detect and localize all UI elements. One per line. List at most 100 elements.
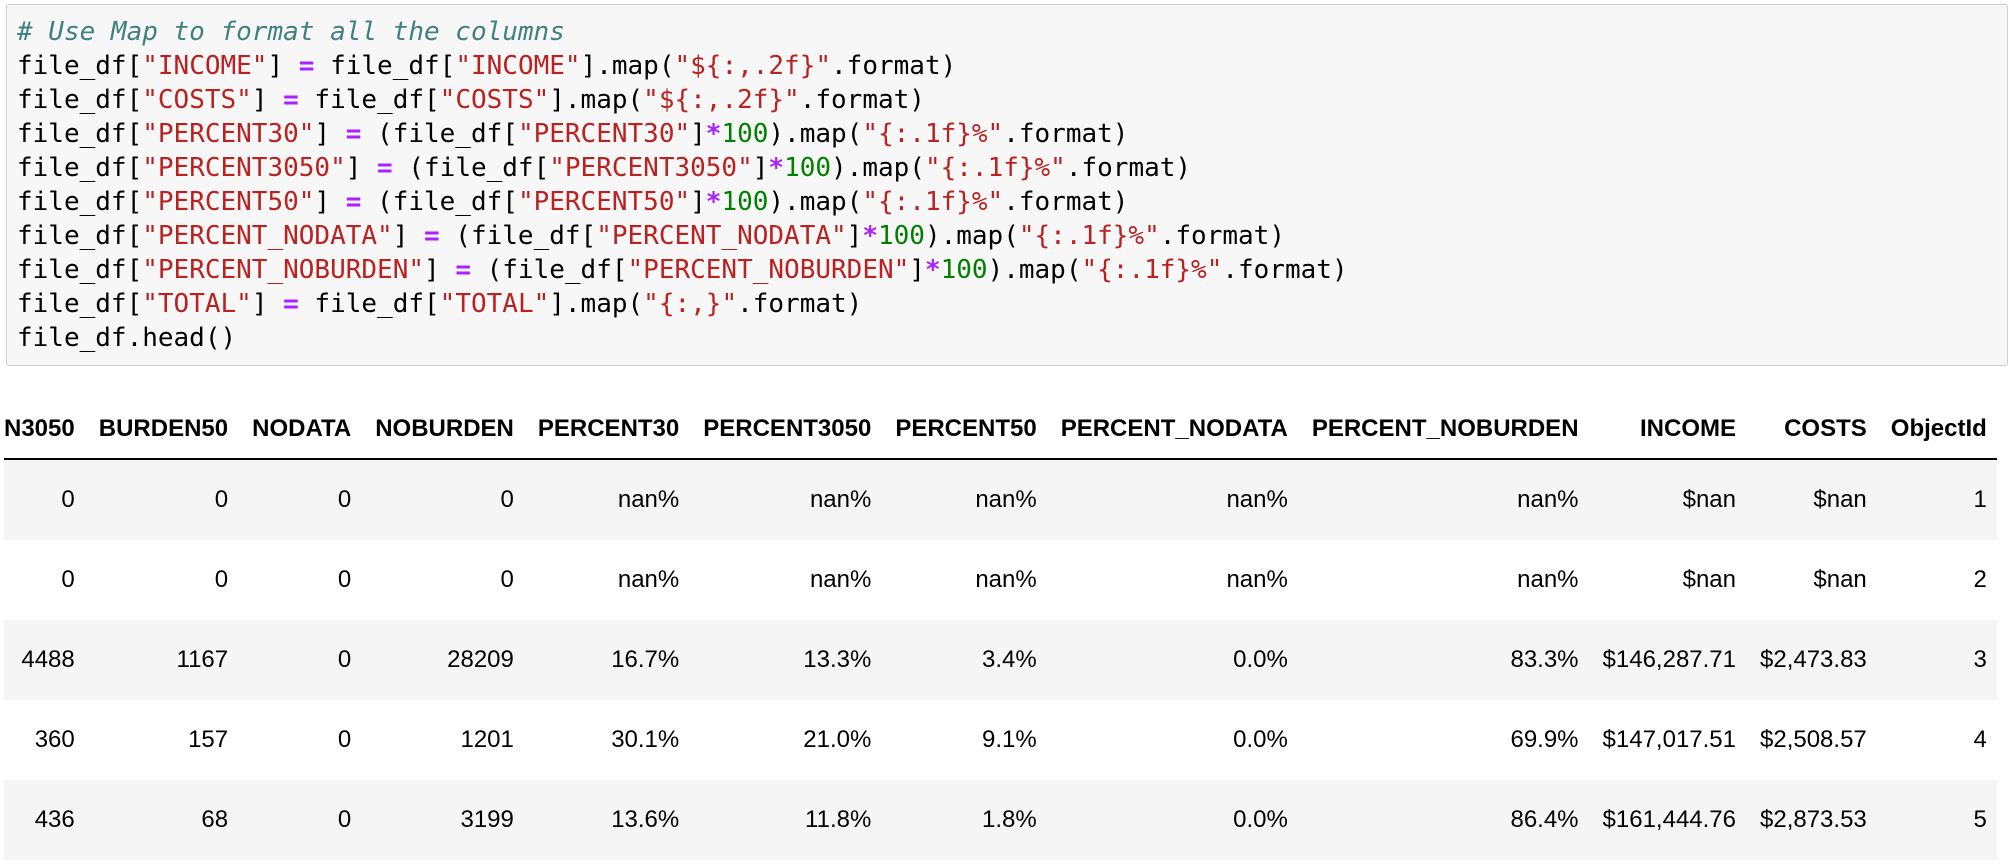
table-cell: 69.9%	[1311, 700, 1603, 780]
table-row: 0 0 0 0 nan% nan% nan% nan% nan% $nan $nan 2	[4, 540, 1997, 620]
code-token: "INCOME"	[455, 51, 581, 81]
table-cell: 0	[252, 700, 376, 780]
table-cell: 1201	[375, 700, 538, 780]
table-cell: nan%	[703, 459, 896, 540]
column-header: PERCENT50	[895, 400, 1061, 460]
table-cell: 0	[375, 540, 538, 620]
table-cell: 21.0%	[703, 700, 896, 780]
code-cell-input[interactable]: # Use Map to format all the columns file_…	[6, 4, 2008, 366]
code-token: "{:.1f}%"	[1081, 255, 1223, 285]
table-cell: 0	[4, 459, 99, 540]
table-cell: nan%	[1060, 540, 1312, 620]
code-token: file_df.head()	[17, 323, 237, 353]
code-token: (file_df[	[392, 153, 550, 183]
table-cell: 0	[98, 540, 253, 620]
table-cell: 436	[4, 780, 99, 860]
code-token: =	[455, 255, 471, 285]
output-area: N3050 BURDEN50 NODATA NOBURDEN PERCENT30 PERC…	[4, 400, 2004, 860]
header-row: N3050 BURDEN50 NODATA NOBURDEN PERCENT30 PERC…	[4, 400, 1997, 460]
code-token: "PERCENT30"	[517, 119, 691, 149]
code-token: ]	[752, 153, 769, 183]
code-token: (file_df[	[439, 221, 597, 251]
table-row: 436 68 0 3199 13.6% 11.8% 1.8% 0.0% 86.4% $161,44…	[4, 780, 1997, 860]
code-line: file_df.head()	[17, 321, 2007, 355]
table-cell: 0	[252, 780, 376, 860]
code-token: "INCOME"	[142, 51, 268, 81]
code-token: # Use Map to format all the columns	[17, 17, 565, 47]
column-header: ObjectId	[1890, 400, 1997, 460]
code-token: 100	[721, 119, 769, 149]
code-token: file_df[	[17, 119, 143, 149]
code-token: (file_df[	[470, 255, 628, 285]
table-cell: 83.3%	[1311, 620, 1603, 700]
table-cell: 13.6%	[537, 780, 704, 860]
table-cell: nan%	[1311, 540, 1603, 620]
code-token: ).map(	[831, 153, 925, 183]
code-line: file_df["PERCENT30"] = (file_df["PERCENT…	[17, 117, 2007, 151]
code-token: ).map(	[924, 221, 1019, 251]
table-cell: 0	[375, 459, 538, 540]
column-header: PERCENT_NODATA	[1060, 400, 1312, 460]
code-token: file_df[	[17, 255, 143, 285]
table-cell: 1.8%	[895, 780, 1061, 860]
code-line: file_df["PERCENT50"] = (file_df["PERCENT…	[17, 185, 2007, 219]
code-token: 100	[940, 255, 988, 285]
column-header: PERCENT_NOBURDEN	[1311, 400, 1603, 460]
code-token: (file_df[	[361, 187, 518, 217]
code-token: .format)	[1003, 187, 1129, 217]
column-header: N3050	[4, 400, 99, 460]
code-token: =	[424, 221, 440, 251]
code-token: *	[705, 187, 722, 217]
code-token: 100	[721, 187, 769, 217]
code-token: =	[283, 85, 299, 115]
table-cell: $nan	[1760, 540, 1891, 620]
code-token: ]	[345, 153, 378, 183]
code-token: .format)	[831, 51, 957, 81]
table-cell: 4488	[4, 620, 99, 700]
table-cell: nan%	[1060, 459, 1312, 540]
code-token: "PERCENT50"	[142, 187, 315, 217]
table-cell: 11.8%	[703, 780, 896, 860]
table-cell: $nan	[1602, 540, 1760, 620]
column-header: NOBURDEN	[375, 400, 538, 460]
column-header: INCOME	[1602, 400, 1760, 460]
table-cell: $2,508.57	[1760, 700, 1891, 780]
code-token: ]	[846, 221, 863, 251]
code-line: file_df["INCOME"] = file_df["INCOME"].ma…	[17, 49, 2007, 83]
code-token: ]	[690, 119, 706, 149]
code-editor[interactable]: # Use Map to format all the columns file_…	[17, 15, 2007, 355]
table-cell: $nan	[1602, 459, 1760, 540]
table-cell: 0	[252, 459, 376, 540]
code-token: (file_df[	[361, 119, 518, 149]
code-token: file_df[	[17, 187, 143, 217]
table-cell: 0	[98, 459, 253, 540]
code-line: file_df["TOTAL"] = file_df["TOTAL"].map(…	[17, 287, 2007, 321]
table-cell: 13.3%	[703, 620, 896, 700]
code-token: *	[768, 153, 785, 183]
column-header: BURDEN50	[98, 400, 253, 460]
code-token: .format)	[1065, 153, 1192, 183]
code-token: "${:,.2f}"	[643, 85, 800, 115]
code-token: "{:.1f}%"	[862, 187, 1004, 217]
table-cell: 1	[1890, 459, 1997, 540]
code-token: 100	[784, 153, 832, 183]
code-token: *	[862, 221, 878, 251]
code-token: ]	[314, 119, 346, 149]
table-cell: $146,287.71	[1602, 620, 1760, 700]
table-row: 0 0 0 0 nan% nan% nan% nan% nan% $nan $nan 1	[4, 459, 1997, 540]
code-token: =	[298, 51, 315, 81]
code-line: file_df["COSTS"] = file_df["COSTS"].map(…	[17, 83, 2007, 117]
column-header: PERCENT30	[537, 400, 704, 460]
code-token: ]	[267, 51, 299, 81]
code-token: "TOTAL"	[439, 289, 550, 319]
code-token: .format)	[1222, 255, 1348, 285]
code-token: .format)	[1003, 119, 1129, 149]
code-token: "{:.1f}%"	[862, 119, 1004, 149]
table-cell: 0.0%	[1060, 620, 1312, 700]
code-token: =	[345, 119, 362, 149]
code-token: "COSTS"	[439, 85, 550, 115]
dataframe-table: N3050 BURDEN50 NODATA NOBURDEN PERCENT30 PERC…	[4, 400, 1997, 860]
code-token: file_df[	[17, 289, 143, 319]
code-token: "PERCENT_NOBURDEN"	[142, 255, 424, 285]
column-header: COSTS	[1760, 400, 1891, 460]
